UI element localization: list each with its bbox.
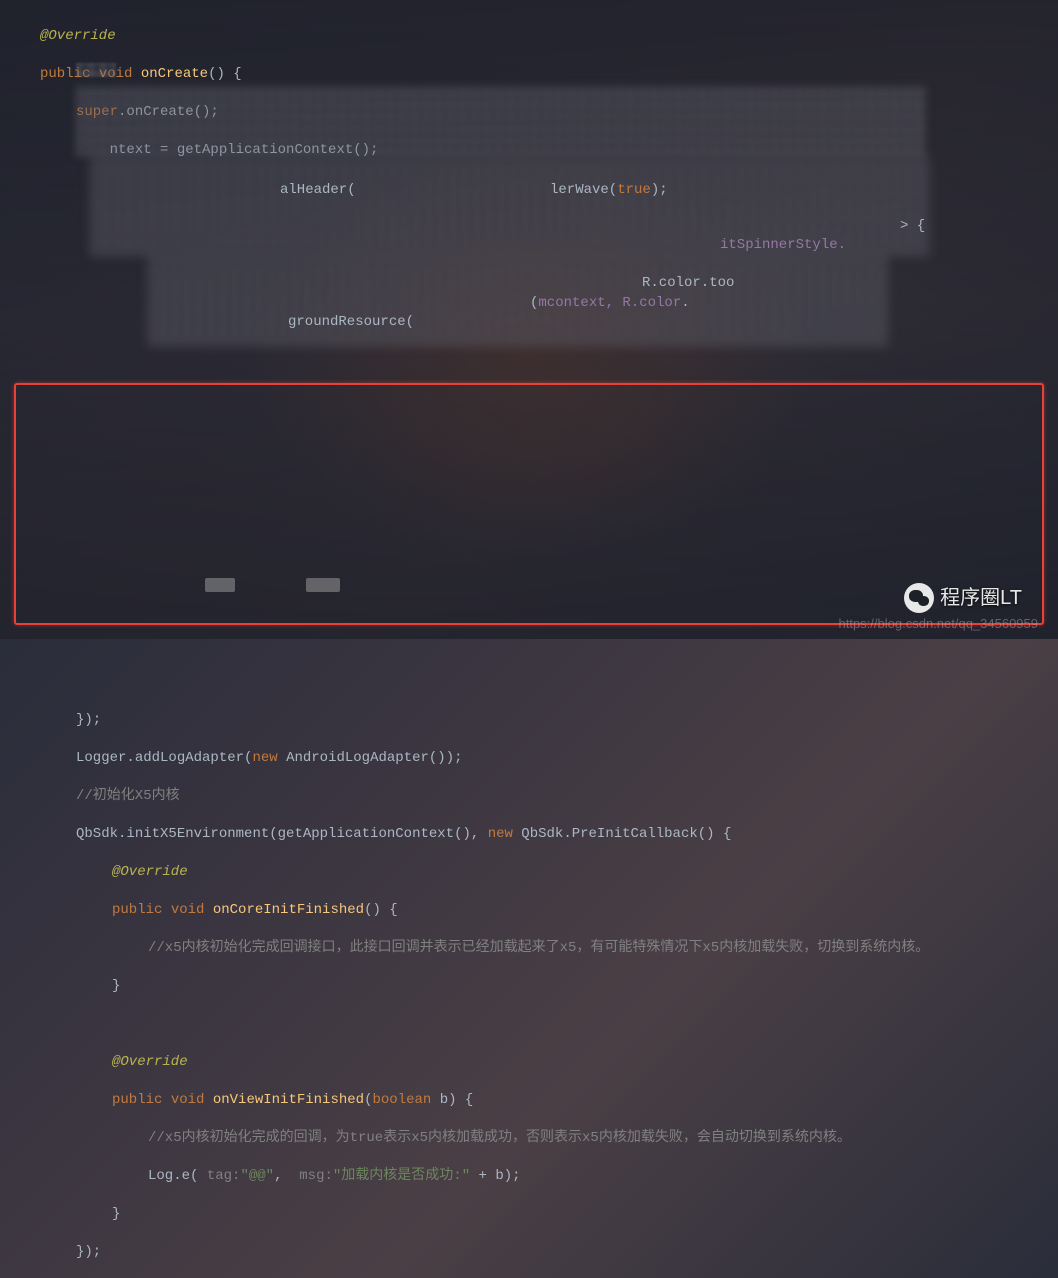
code-line: } [0,977,1058,996]
censored-region [148,256,888,346]
code-line: @Override [0,27,1058,46]
code-line: public void onViewInitFinished(boolean b… [0,1091,1058,1110]
censored-region [205,578,235,592]
code-fragment: itSpinnerStyle. [720,236,846,255]
code-line: public void onCoreInitFinished() { [0,901,1058,920]
wechat-icon [904,583,934,613]
code-line: //x5内核初始化完成回调接口，此接口回调并表示已经加载起来了x5，有可能特殊情… [0,939,1058,958]
code-line: @Override [0,863,1058,882]
censored-region [76,86,926,156]
censored-region [76,63,116,77]
code-line: }); [0,711,1058,730]
code-fragment: > { [900,217,925,236]
code-line: }); [0,1243,1058,1262]
censored-region [306,578,340,592]
code-fragment: alHeader( [280,181,356,200]
code-fragment: lerWave(true); [550,181,668,200]
code-line: Logger.addLogAdapter(new AndroidLogAdapt… [0,749,1058,768]
code-fragment: (mcontext, R.color. [530,294,690,313]
code-line: QbSdk.initX5Environment(getApplicationCo… [0,825,1058,844]
code-line: } [0,1205,1058,1224]
code-line: public void onCreate() { [0,65,1058,84]
code-fragment: groundResource( [288,313,414,332]
code-line: //x5内核初始化完成的回调，为true表示x5内核加载成功，否则表示x5内核加… [0,1129,1058,1148]
brand-text: 程序圈LT [940,589,1022,608]
code-line: //初始化X5内核 [0,787,1058,806]
code-line: Log.e( tag:"@@", msg:"加载内核是否成功:" + b); [0,1167,1058,1186]
wechat-watermark: 程序圈LT [904,583,1022,613]
code-fragment: R.color.too [642,274,734,293]
source-url-watermark: https://blog.csdn.net/qq_34560959 [839,614,1039,633]
code-line: @Override [0,1053,1058,1072]
